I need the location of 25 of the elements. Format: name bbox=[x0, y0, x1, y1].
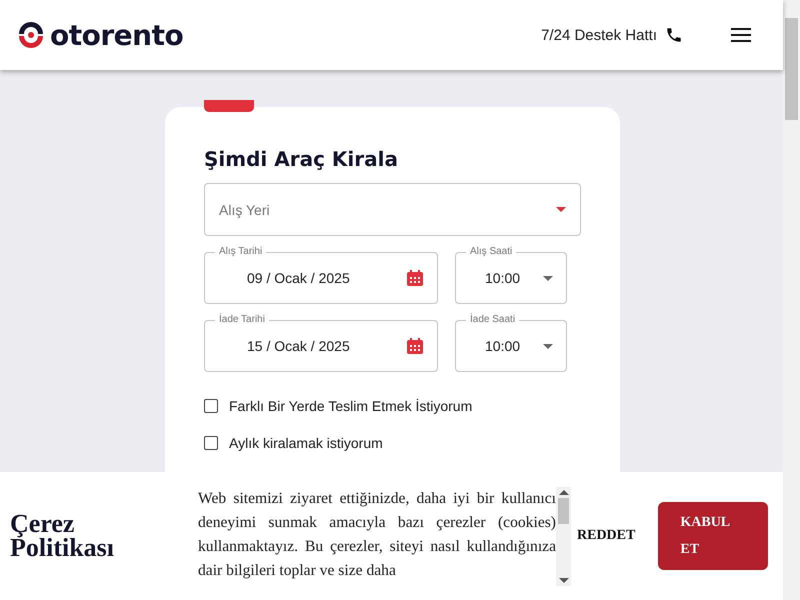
caret-icon bbox=[543, 276, 553, 280]
cookie-text: Web sitemizi ziyaret ettiğinizde, daha iyi bir kullanıcı deneyimi sunmak amacıyla bazı çerezler (cookies) kullanmaktayız. Bu çerezler, siteyi nasıl kullandığınıza dair bilgileri toplar ve size daha bbox=[198, 488, 556, 580]
reject-button[interactable]: REDDET bbox=[573, 524, 640, 548]
scroll-down-icon bbox=[558, 578, 568, 582]
menu-icon[interactable] bbox=[731, 28, 751, 42]
support-line-label[interactable]: 7/24 Destek Hattı bbox=[541, 26, 657, 44]
calendar-icon[interactable] bbox=[406, 337, 424, 355]
checkbox[interactable] bbox=[204, 399, 218, 413]
calendar-icon[interactable] bbox=[406, 269, 424, 287]
location-select[interactable]: Alış Yeri bbox=[204, 183, 581, 236]
scroll-up-icon bbox=[558, 490, 568, 494]
logo-icon bbox=[16, 20, 46, 50]
cookie-title: Çerez Politikası bbox=[10, 512, 116, 560]
phone-icon[interactable] bbox=[665, 26, 683, 44]
scrollbar[interactable] bbox=[556, 486, 571, 586]
tab-marker bbox=[204, 100, 254, 112]
option-label[interactable]: Farklı Bir Yerde Teslim Etmek İstiyorum bbox=[229, 398, 472, 414]
checkbox[interactable] bbox=[204, 436, 218, 450]
option-label[interactable]: Aylık kiralamak istiyorum bbox=[229, 435, 383, 451]
scroll-thumb[interactable] bbox=[558, 498, 569, 524]
logo-text[interactable]: otorento bbox=[50, 18, 184, 52]
form-title: Şimdi Araç Kirala bbox=[204, 146, 399, 173]
accept-button[interactable]: KABUL ET bbox=[658, 502, 768, 570]
caret-icon bbox=[543, 344, 553, 348]
caret-icon bbox=[556, 207, 566, 212]
